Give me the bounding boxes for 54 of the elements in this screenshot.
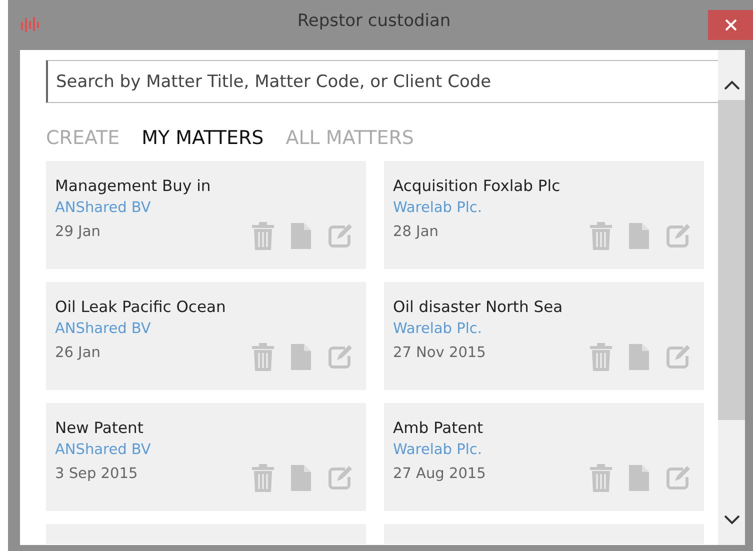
- matter-date: 27 Nov 2015: [393, 345, 486, 361]
- document-icon[interactable]: [291, 223, 311, 249]
- document-icon[interactable]: [291, 465, 311, 491]
- document-icon[interactable]: [291, 344, 311, 370]
- matter-title: Acquisition Foxlab Plc: [393, 176, 562, 197]
- search-field[interactable]: Search by Matter Title, Matter Code, or Client Code: [46, 60, 718, 103]
- trash-icon[interactable]: [589, 464, 613, 492]
- tab[interactable]: ALL MATTERS: [286, 125, 414, 151]
- client-link[interactable]: ANShared BV: [55, 319, 357, 339]
- scroll-down-icon[interactable]: [724, 515, 740, 525]
- scroll-thumb[interactable]: [718, 100, 745, 420]
- client-link[interactable]: Warelab Plc.: [393, 319, 695, 339]
- matter-card[interactable]: New Patent ANShared BV 3 Sep 2015: [46, 403, 366, 511]
- edit-icon[interactable]: [665, 223, 691, 249]
- client-link[interactable]: Warelab Plc.: [393, 440, 695, 460]
- edit-icon[interactable]: [327, 465, 353, 491]
- edit-icon[interactable]: [327, 223, 353, 249]
- matter-title: Oil Leak Pacific Ocean: [55, 297, 227, 318]
- matter-date: 29 Jan: [55, 224, 100, 240]
- close-button[interactable]: [708, 10, 753, 40]
- matter-title: New Patent: [55, 418, 144, 439]
- tab[interactable]: CREATE: [46, 125, 120, 151]
- matter-date: 3 Sep 2015: [55, 466, 138, 482]
- matter-card[interactable]: Management Buy in ANShared BV 29 Jan: [46, 161, 366, 269]
- matter-date: 28 Jan: [393, 224, 438, 240]
- document-icon[interactable]: [629, 344, 649, 370]
- edit-icon[interactable]: [665, 344, 691, 370]
- client-link[interactable]: Warelab Plc.: [393, 198, 695, 218]
- trash-icon[interactable]: [251, 464, 275, 492]
- client-link[interactable]: ANShared BV: [55, 440, 357, 460]
- matter-card[interactable]: Oil Leak Pacific Ocean ANShared BV 26 Jan: [46, 282, 366, 390]
- scrollbar[interactable]: [718, 50, 745, 545]
- matter-title: Management Buy in: [55, 176, 212, 197]
- matter-card[interactable]: Oil disaster North Sea Warelab Plc. 27 Nov 2015: [384, 282, 704, 390]
- window-title: Repstor custodian: [296, 11, 452, 31]
- document-icon[interactable]: [629, 223, 649, 249]
- trash-icon[interactable]: [251, 343, 275, 371]
- matter-card[interactable]: Amb Patent Warelab Plc. 27 Aug 2015: [384, 403, 704, 511]
- matter-title: Amb Patent: [393, 418, 484, 439]
- document-icon[interactable]: [629, 465, 649, 491]
- matter-date: 27 Aug 2015: [393, 466, 486, 482]
- trash-icon[interactable]: [251, 222, 275, 250]
- matter-title: Oil disaster North Sea: [393, 297, 564, 318]
- scroll-up-icon[interactable]: [724, 80, 740, 90]
- edit-icon[interactable]: [665, 465, 691, 491]
- edit-icon[interactable]: [327, 344, 353, 370]
- tab[interactable]: MY MATTERS: [142, 125, 264, 151]
- matter-date: 26 Jan: [55, 345, 100, 361]
- logo-icon: [20, 16, 40, 34]
- trash-icon[interactable]: [589, 222, 613, 250]
- close-icon: [724, 19, 736, 31]
- trash-icon[interactable]: [589, 343, 613, 371]
- client-link[interactable]: ANShared BV: [55, 198, 357, 218]
- matter-card[interactable]: Acquisition Foxlab Plc Warelab Plc. 28 Jan: [384, 161, 704, 269]
